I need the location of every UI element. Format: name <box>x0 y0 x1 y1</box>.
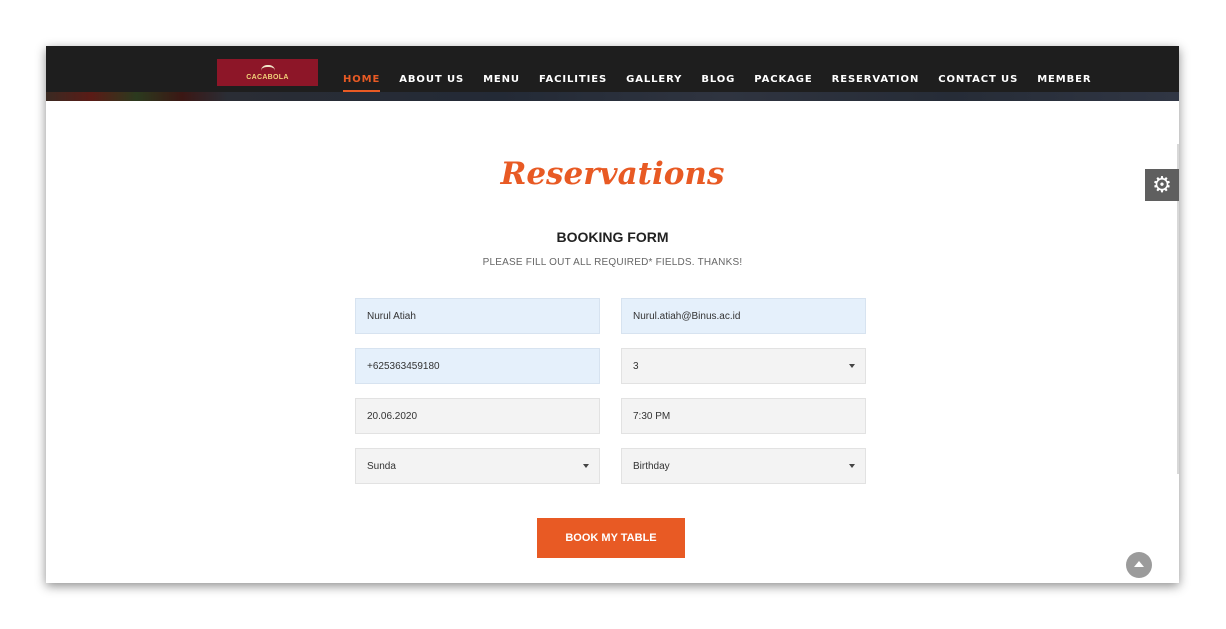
site-logo[interactable]: CACABOLA <box>217 59 318 86</box>
chevron-down-icon <box>583 464 589 468</box>
scroll-to-top-button[interactable] <box>1126 552 1152 578</box>
nav-item-package[interactable]: PACKAGE <box>754 74 812 85</box>
form-subheading: PLEASE FILL OUT ALL REQUIRED* FIELDS. TH… <box>482 257 743 268</box>
phone-value: +625363459180 <box>367 360 440 372</box>
name-value: Nurul Atiah <box>367 310 416 322</box>
browser-viewport: CACABOLA HOME ABOUT US MENU FACILITIES G… <box>46 46 1179 583</box>
nav-item-reservation[interactable]: RESERVATION <box>832 74 920 85</box>
email-value: Nurul.atiah@Binus.ac.id <box>633 310 741 322</box>
form-heading: BOOKING FORM <box>556 229 669 245</box>
date-value: 20.06.2020 <box>367 410 418 422</box>
guests-value: 3 <box>633 360 639 372</box>
occasion-value: Birthday <box>633 460 670 472</box>
nav-item-contact-us[interactable]: CONTACT US <box>938 74 1018 85</box>
cuisine-select[interactable]: Sunda <box>355 448 600 484</box>
occasion-select[interactable]: Birthday <box>621 448 866 484</box>
nav-item-member[interactable]: MEMBER <box>1037 74 1091 85</box>
gear-icon[interactable]: ⚙ <box>1145 169 1179 201</box>
name-field[interactable]: Nurul Atiah <box>355 298 600 334</box>
chevron-down-icon <box>849 464 855 468</box>
nav-item-menu[interactable]: MENU <box>483 74 520 85</box>
chevron-down-icon <box>849 364 855 368</box>
nav-item-facilities[interactable]: FACILITIES <box>539 74 607 85</box>
nav-item-gallery[interactable]: GALLERY <box>626 74 682 85</box>
nav-item-blog[interactable]: BLOG <box>701 74 735 85</box>
logo-text: CACABOLA <box>246 73 289 81</box>
logo-mark <box>260 64 275 72</box>
date-field[interactable]: 20.06.2020 <box>355 398 600 434</box>
chevron-up-icon <box>1134 561 1144 567</box>
hero-image-strip <box>46 92 1179 101</box>
page-title: Reservations <box>500 156 725 192</box>
nav-item-about-us[interactable]: ABOUT US <box>399 74 464 85</box>
nav-item-home[interactable]: HOME <box>343 74 381 92</box>
phone-field[interactable]: +625363459180 <box>355 348 600 384</box>
cuisine-value: Sunda <box>367 460 396 472</box>
email-field[interactable]: Nurul.atiah@Binus.ac.id <box>621 298 866 334</box>
time-field[interactable]: 7:30 PM <box>621 398 866 434</box>
guests-select[interactable]: 3 <box>621 348 866 384</box>
time-value: 7:30 PM <box>633 410 671 422</box>
book-my-table-button[interactable]: BOOK MY TABLE <box>537 518 685 558</box>
top-navbar: CACABOLA HOME ABOUT US MENU FACILITIES G… <box>46 46 1179 101</box>
main-menu: HOME ABOUT US MENU FACILITIES GALLERY BL… <box>343 74 1110 92</box>
